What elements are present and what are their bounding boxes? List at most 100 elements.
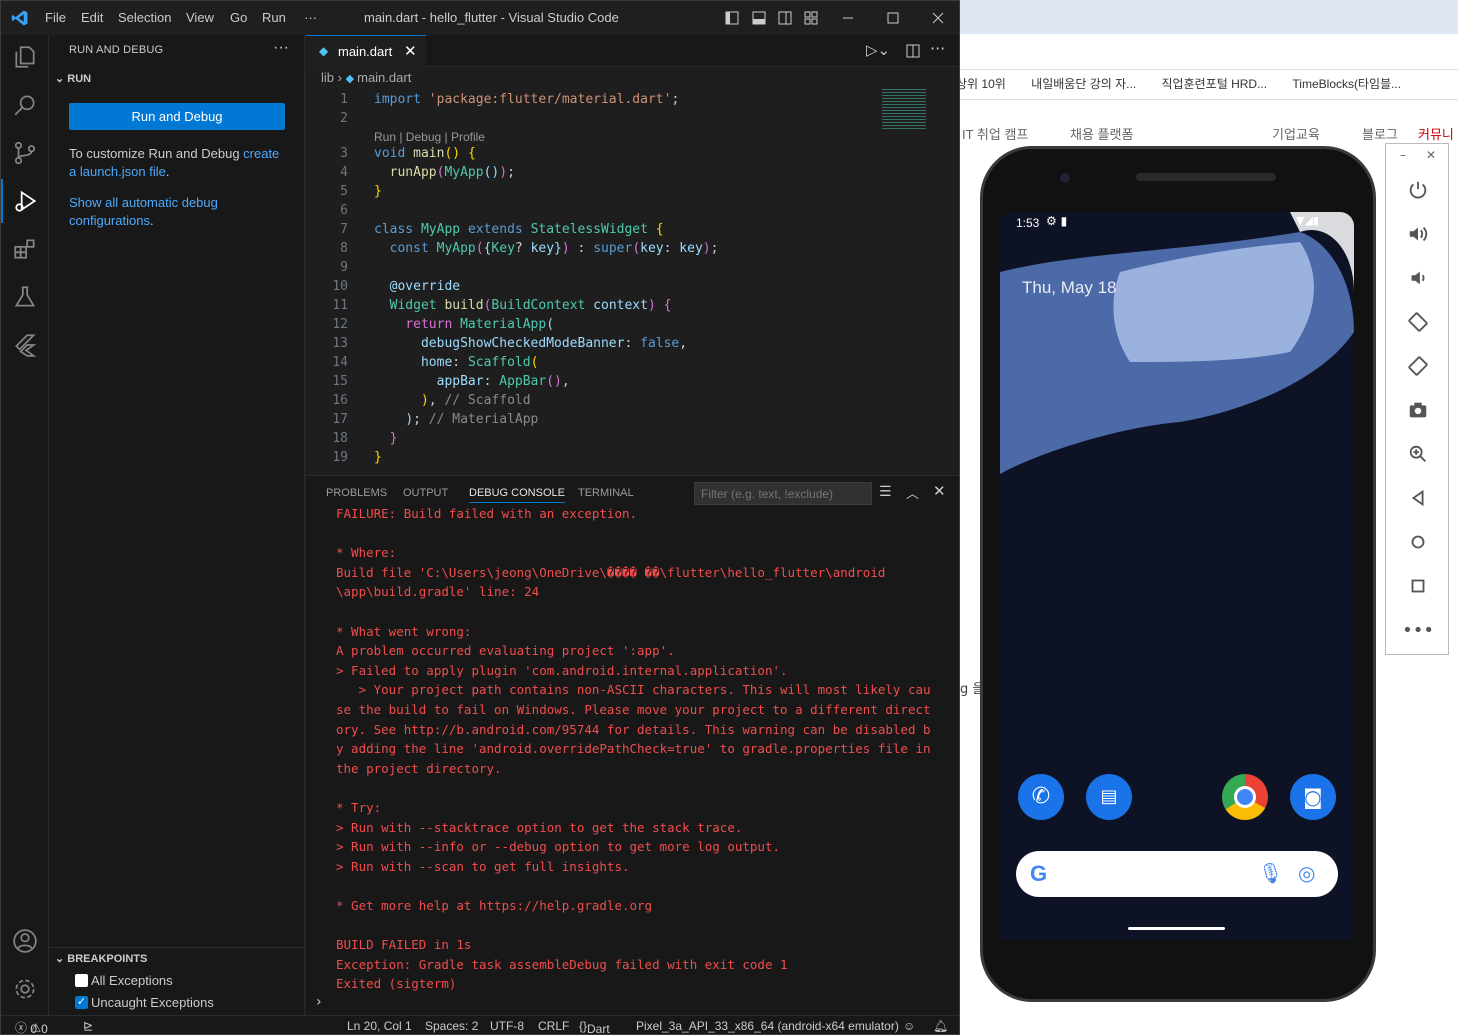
breakpoint-all-exceptions[interactable]: All Exceptions (75, 973, 173, 988)
feedback-icon[interactable]: ☺ (903, 1019, 915, 1033)
bell-icon[interactable]: 🔔︎ (933, 1019, 948, 1033)
breakpoints-header[interactable]: ⌄ BREAKPOINTS (55, 952, 147, 965)
minimize-icon[interactable] (841, 11, 855, 25)
camera-app-icon[interactable]: ◙ (1290, 774, 1336, 820)
extended-controls-icon[interactable]: ••• (1402, 616, 1434, 644)
cursor-position[interactable]: Ln 20, Col 1 (347, 1019, 412, 1033)
bookmark-item[interactable]: 직업훈련포털 HRD... (1162, 70, 1268, 98)
breakpoints-label: BREAKPOINTS (67, 953, 148, 965)
debug-console-output[interactable]: FAILURE: Build failed with an exception.… (336, 504, 956, 994)
toggle-sidebar-icon[interactable] (725, 11, 739, 25)
menu-run[interactable]: Run (262, 10, 286, 25)
split-editor-icon[interactable] (906, 44, 920, 58)
flutter-activity[interactable] (1, 323, 49, 367)
breakpoint-uncaught-exceptions[interactable]: ✓ Uncaught Exceptions (75, 995, 214, 1010)
tab-debug-console[interactable]: DEBUG CONSOLE (469, 487, 565, 503)
tab-terminal[interactable]: TERMINAL (578, 487, 634, 499)
minimap[interactable] (882, 89, 926, 129)
bookmark-item[interactable]: 상위 10위 (960, 70, 1006, 98)
menu-selection[interactable]: Selection (118, 10, 171, 25)
show-automatic-configs-link[interactable]: Show all automatic debug configurations (69, 195, 218, 228)
customize-layout-icon[interactable] (804, 11, 818, 25)
problems-status[interactable]: ⓧ 0 ⚠ 0 (15, 1019, 48, 1034)
code-editor[interactable]: 1 import 'package:flutter/material.dart';… (306, 89, 946, 473)
explorer-activity[interactable] (1, 35, 49, 79)
menu-view[interactable]: View (186, 10, 214, 25)
search-activity[interactable] (1, 83, 49, 127)
line-ending[interactable]: CRLF (538, 1019, 569, 1033)
close-tab-icon[interactable]: ✕ (404, 42, 417, 60)
phone-app-icon[interactable]: ✆ (1018, 774, 1064, 820)
source-control-activity[interactable] (1, 131, 49, 175)
rotate-left-button[interactable] (1404, 308, 1432, 336)
run-file-icon[interactable]: ▷⌄ (866, 41, 890, 59)
language-mode[interactable]: {} Dart (579, 1019, 610, 1034)
browser-address-bar[interactable] (960, 34, 1458, 70)
nav-link[interactable]: 블로그 (1362, 124, 1398, 143)
tab-output[interactable]: OUTPUT (403, 487, 448, 499)
close-panel-icon[interactable]: ✕ (933, 482, 946, 500)
menu-go[interactable]: Go (230, 10, 247, 25)
activity-bar (1, 35, 49, 1015)
run-debug-activity[interactable] (1, 179, 49, 223)
editor-more-icon[interactable]: ··· (930, 39, 945, 58)
tab-problems[interactable]: PROBLEMS (326, 487, 387, 499)
home-button[interactable] (1404, 528, 1432, 556)
indentation[interactable]: Spaces: 2 (425, 1019, 478, 1033)
clear-console-icon[interactable]: ☰ (879, 484, 892, 500)
screenshot-button[interactable] (1404, 396, 1432, 424)
run-and-debug-button[interactable]: Run and Debug (69, 103, 285, 130)
breadcrumb-folder[interactable]: lib (321, 70, 334, 85)
testing-activity[interactable] (1, 275, 49, 319)
encoding[interactable]: UTF-8 (490, 1019, 524, 1033)
close-emulator-icon[interactable]: ✕ (1426, 148, 1436, 162)
emulator-screen[interactable]: 1:53 ⚙ ▮ ▼◢▮ Thu, May 18 ✆ ▤ ◙ G 🎙︎ ◎ (1000, 212, 1354, 940)
breadcrumb-file[interactable]: main.dart (357, 70, 411, 85)
back-button[interactable] (1404, 484, 1432, 512)
toggle-secondary-sidebar-icon[interactable] (778, 11, 792, 25)
close-window-icon[interactable] (931, 11, 945, 25)
console-filter-input[interactable] (694, 482, 872, 505)
bookmark-item[interactable]: 내일배움단 강의 자... (1031, 70, 1136, 98)
minimize-emulator-icon[interactable]: – (1400, 148, 1406, 162)
debug-status-icon[interactable]: ⊵ (83, 1019, 93, 1033)
emulator-controls: – ✕ ••• (1385, 143, 1449, 655)
maximize-panel-icon[interactable]: ︿ (906, 483, 919, 502)
more-actions-icon[interactable]: ··· (273, 39, 289, 57)
nav-link[interactable]: IT 취업 캠프 (962, 124, 1028, 143)
toggle-panel-icon[interactable] (752, 11, 766, 25)
menu-edit[interactable]: Edit (81, 10, 103, 25)
microphone-icon[interactable]: 🎙︎ (1258, 861, 1283, 885)
power-button[interactable] (1404, 176, 1432, 204)
maximize-icon[interactable] (886, 11, 900, 25)
zoom-button[interactable] (1404, 440, 1432, 468)
menu-more[interactable]: ··· (304, 10, 317, 25)
nav-link[interactable]: 채용 플랫폼 (1070, 124, 1133, 143)
nav-link[interactable]: 커뮤니 (1418, 124, 1454, 143)
checkbox-unchecked[interactable] (75, 974, 88, 987)
lens-icon[interactable]: ◎ (1298, 861, 1315, 885)
codelens-run-debug[interactable]: Run | Debug | Profile (374, 130, 485, 144)
home-gesture-bar[interactable] (1128, 927, 1225, 930)
accounts-activity[interactable] (1, 919, 49, 963)
title-bar: File Edit Selection View Go Run ··· main… (1, 1, 959, 35)
checkbox-checked[interactable]: ✓ (75, 996, 88, 1009)
overview-button[interactable] (1404, 572, 1432, 600)
nav-link[interactable]: 기업교육 (1272, 124, 1320, 143)
menu-file[interactable]: File (45, 10, 66, 25)
messages-app-icon[interactable]: ▤ (1086, 774, 1132, 820)
chrome-app-icon[interactable] (1222, 774, 1268, 820)
settings-activity[interactable] (1, 967, 49, 1011)
extensions-activity[interactable] (1, 227, 49, 271)
line-number: 5 (340, 184, 348, 199)
tab-main-dart[interactable]: ◆ main.dart ✕ (306, 35, 426, 67)
flutter-device[interactable]: Pixel_3a_API_33_x86_64 (android-x64 emul… (636, 1019, 899, 1033)
volume-down-button[interactable] (1404, 264, 1432, 292)
google-search-bar[interactable]: G 🎙︎ ◎ (1016, 851, 1338, 897)
volume-up-button[interactable] (1404, 220, 1432, 248)
run-section-header[interactable]: ⌄ RUN (55, 72, 91, 85)
bookmark-item[interactable]: TimeBlocks(타임블... (1292, 70, 1401, 98)
rotate-right-button[interactable] (1404, 352, 1432, 380)
console-prompt-icon[interactable]: › (316, 994, 322, 1010)
